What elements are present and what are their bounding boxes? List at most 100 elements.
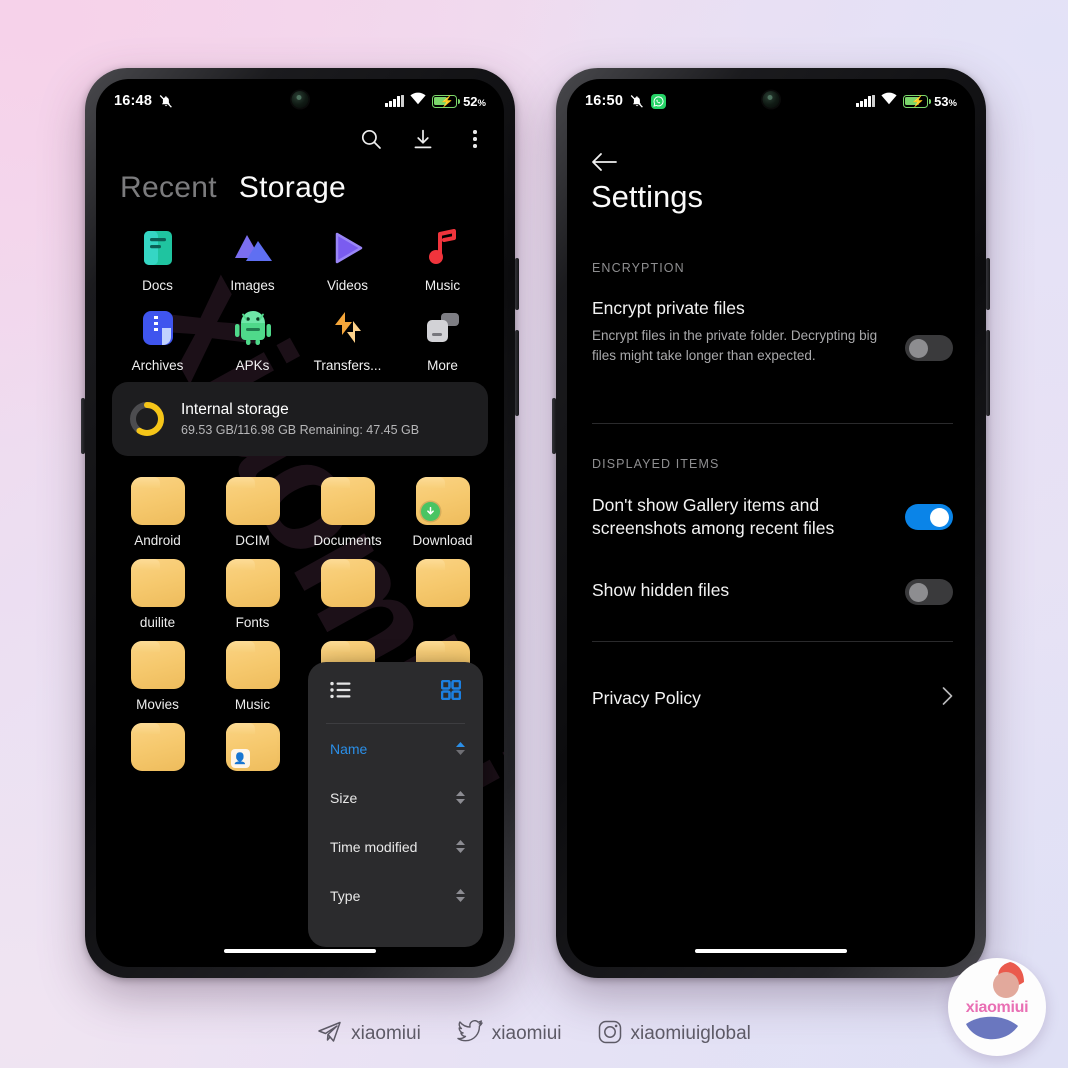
bell-muted-icon — [630, 94, 644, 109]
social-footer: xiaomiui xiaomiui xiaomiuiglobal — [0, 1000, 1068, 1068]
category-images[interactable]: Images — [205, 227, 300, 293]
phone-device-right: xiaomiui 16:50 — [552, 68, 990, 978]
wifi-icon — [410, 92, 426, 110]
sort-direction-icon[interactable] — [456, 840, 465, 853]
folder-label: Music — [234, 697, 271, 712]
cellular-signal-icon — [856, 95, 876, 107]
screenshot-stage: xiaomiui 16:48 ⚡ 52% Recent Storage Docs… — [0, 0, 1068, 1068]
category-transfers[interactable]: Transfers... — [300, 307, 395, 373]
gesture-bar-left[interactable] — [224, 948, 376, 953]
folder-icon — [320, 559, 375, 607]
folder-item[interactable]: Android — [110, 477, 205, 548]
category-archives[interactable]: Archives — [110, 307, 205, 373]
category-label: Videos — [326, 278, 369, 293]
sort-direction-asc-icon[interactable] — [456, 742, 465, 755]
sort-option-label: Type — [330, 887, 361, 904]
folder-item[interactable]: Documents — [300, 477, 395, 548]
folder-item[interactable]: Download — [395, 477, 490, 548]
category-videos[interactable]: Videos — [300, 227, 395, 293]
more-options-icon[interactable] — [462, 126, 488, 152]
folder-item[interactable]: 👤 — [205, 723, 300, 779]
setting-row-encrypt-private-files[interactable]: Encrypt private files Encrypt files in t… — [592, 297, 953, 365]
setting-row-hide-gallery-items[interactable]: Don't show Gallery items and screenshots… — [592, 494, 953, 540]
sort-option-type[interactable]: Type — [308, 871, 483, 920]
sort-option-size[interactable]: Size — [308, 773, 483, 822]
sim-tray-left — [81, 398, 85, 454]
gesture-bar-right[interactable] — [695, 948, 847, 953]
folder-item[interactable] — [300, 559, 395, 630]
tab-bar: Recent Storage — [120, 171, 346, 205]
folder-icon — [225, 559, 280, 607]
tab-recent[interactable]: Recent — [120, 171, 217, 205]
social-telegram[interactable]: xiaomiui — [317, 1020, 421, 1049]
whatsapp-icon — [651, 93, 667, 109]
category-apks[interactable]: APKs — [205, 307, 300, 373]
folder-label: Movies — [136, 697, 179, 712]
back-arrow-icon[interactable] — [589, 147, 619, 177]
sim-tray-right — [552, 398, 556, 454]
folder-item[interactable] — [110, 723, 205, 779]
volume-button-right[interactable] — [986, 330, 990, 416]
setting-row-show-hidden-files[interactable]: Show hidden files — [592, 579, 953, 605]
category-docs[interactable]: Docs — [110, 227, 205, 293]
sort-option-name[interactable]: Name — [308, 724, 483, 773]
social-label: xiaomiui — [491, 1023, 562, 1044]
sort-option-label: Time modified — [330, 838, 418, 855]
status-time: 16:50 — [585, 93, 624, 109]
sort-option-time-modified[interactable]: Time modified — [308, 822, 483, 871]
grid-view-icon[interactable] — [440, 679, 462, 705]
category-label: APKs — [235, 358, 270, 373]
social-twitter[interactable]: xiaomiui — [457, 1020, 562, 1048]
folder-item[interactable] — [395, 559, 490, 630]
storage-subtitle: 69.53 GB/116.98 GB Remaining: 47.45 GB — [181, 423, 420, 437]
status-bar-left: 16:48 ⚡ 52% — [96, 79, 504, 123]
toggle-encrypt-private-files[interactable] — [905, 335, 953, 361]
category-label: Images — [230, 278, 275, 293]
toggle-hide-gallery-items[interactable] — [905, 504, 953, 530]
screen-left: xiaomiui 16:48 ⚡ 52% Recent Storage Docs… — [96, 79, 504, 967]
folder-item[interactable]: DCIM — [205, 477, 300, 548]
folder-item[interactable]: Music — [205, 641, 300, 712]
folder-item[interactable]: Movies — [110, 641, 205, 712]
toggle-show-hidden-files[interactable] — [905, 579, 953, 605]
download-badge-icon — [420, 502, 440, 521]
download-icon[interactable] — [410, 126, 436, 152]
storage-ring-icon — [128, 400, 166, 438]
power-button-left[interactable] — [515, 258, 519, 310]
telegram-icon — [317, 1020, 342, 1049]
status-left-group: 16:48 — [114, 93, 173, 109]
transfer-arrows-icon — [327, 307, 369, 349]
folder-item[interactable]: Fonts — [205, 559, 300, 630]
search-icon[interactable] — [358, 126, 384, 152]
folder-icon — [415, 477, 470, 525]
social-instagram[interactable]: xiaomiuiglobal — [598, 1020, 751, 1049]
internal-storage-card[interactable]: Internal storage 69.53 GB/116.98 GB Rema… — [112, 382, 488, 456]
sort-option-label: Size — [330, 789, 358, 806]
folder-icon — [225, 641, 280, 689]
section-divider — [592, 423, 953, 424]
status-left-group: 16:50 — [585, 93, 667, 109]
list-view-icon[interactable] — [330, 681, 351, 704]
sort-direction-icon[interactable] — [456, 791, 465, 804]
tab-storage[interactable]: Storage — [239, 171, 346, 205]
row-title: Encrypt private files — [592, 298, 745, 318]
battery-percent: 53% — [934, 93, 957, 109]
music-note-icon — [422, 227, 464, 269]
category-music[interactable]: Music — [395, 227, 490, 293]
folder-icon — [130, 477, 185, 525]
social-label: xiaomiui — [351, 1023, 421, 1044]
sort-option-label: Name — [330, 740, 368, 757]
folder-item[interactable]: duilite — [110, 559, 205, 630]
folder-label: Download — [412, 533, 473, 548]
category-label: Docs — [142, 278, 173, 293]
page-title: Settings — [591, 179, 704, 214]
privacy-policy-label: Privacy Policy — [592, 688, 701, 708]
video-play-icon — [327, 227, 369, 269]
privacy-policy-row[interactable]: Privacy Policy — [592, 687, 953, 710]
power-button-right[interactable] — [986, 258, 990, 310]
volume-button-left[interactable] — [515, 330, 519, 416]
sort-direction-icon[interactable] — [456, 889, 465, 902]
category-more[interactable]: More — [395, 307, 490, 373]
section-header-encryption: ENCRYPTION — [592, 261, 685, 275]
folder-label: Fonts — [235, 615, 270, 630]
